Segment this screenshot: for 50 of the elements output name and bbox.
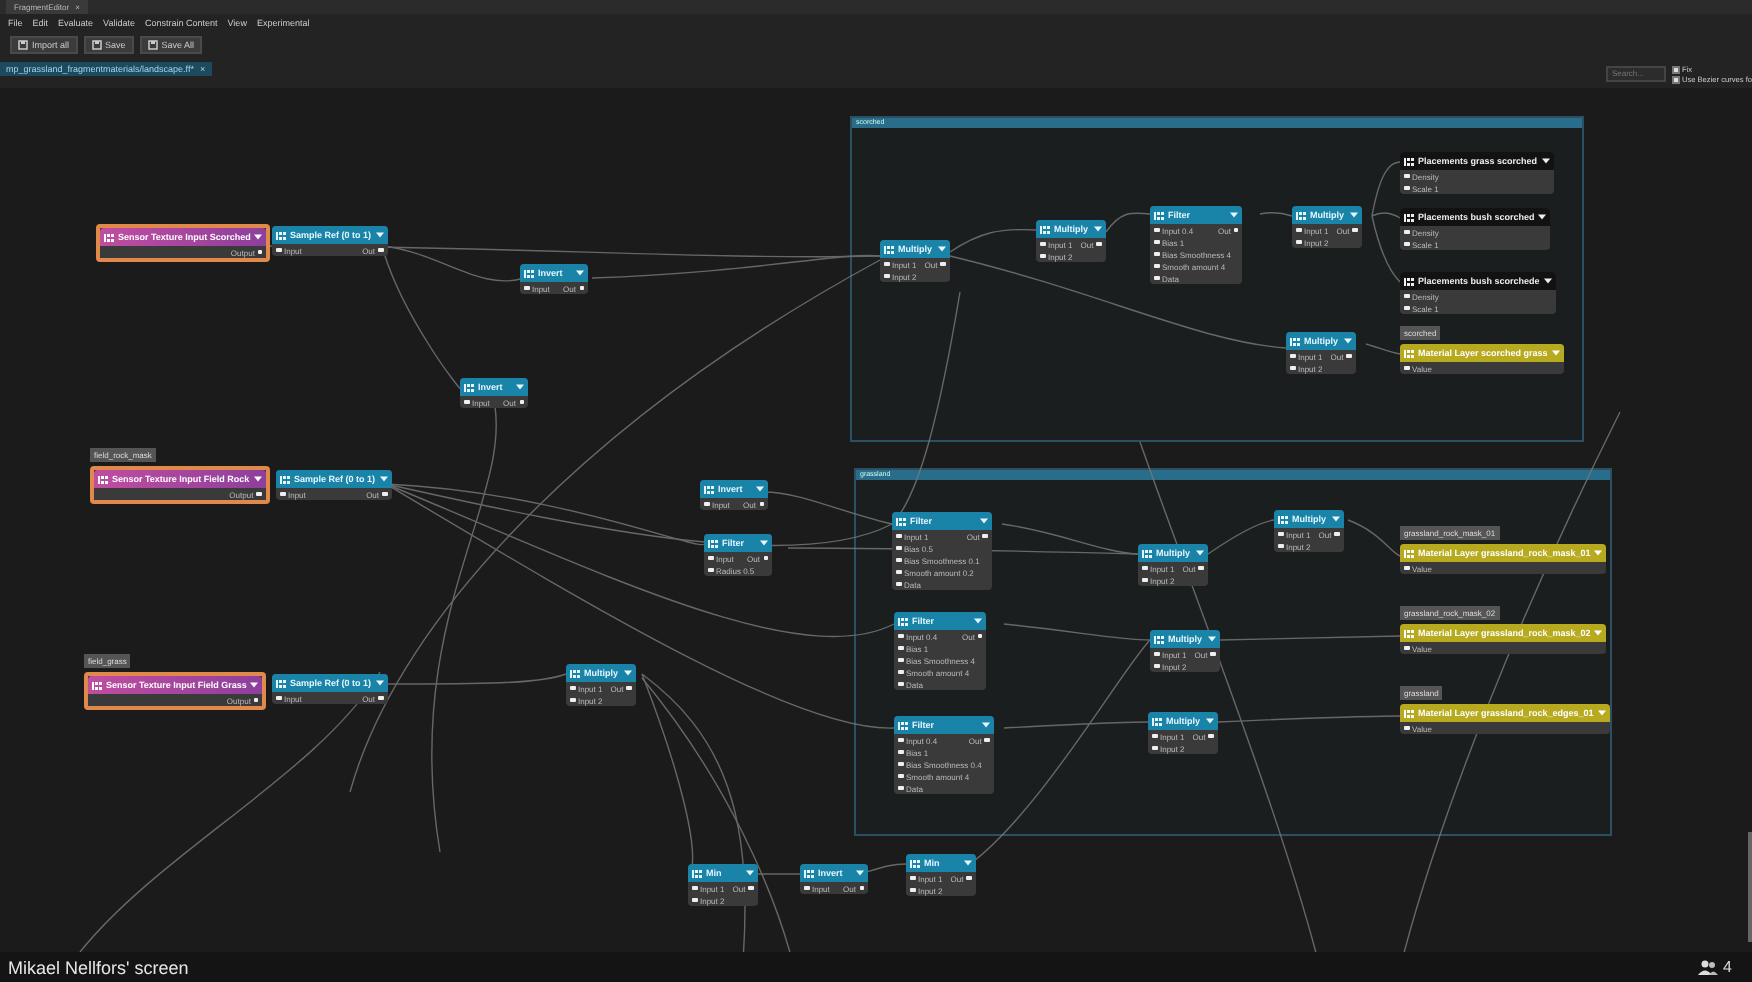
scrollbar[interactable] xyxy=(1748,832,1752,942)
connection-wire xyxy=(1365,343,1401,355)
grid-icon xyxy=(1404,157,1414,165)
grid-icon xyxy=(898,721,908,729)
checkbox[interactable] xyxy=(1671,66,1680,74)
connection-wire xyxy=(1105,212,1151,233)
grid-icon xyxy=(280,475,290,483)
floppy-disk-icon xyxy=(91,39,102,49)
grid-icon xyxy=(896,517,906,525)
grid-icon xyxy=(570,669,580,677)
grid-icon xyxy=(1154,635,1164,643)
grid-icon xyxy=(1404,213,1414,221)
grid-icon xyxy=(1404,629,1414,637)
grid-icon xyxy=(1404,709,1414,717)
caret-icon[interactable] xyxy=(250,682,259,688)
people-icon xyxy=(1697,959,1718,975)
caret-icon[interactable] xyxy=(253,476,262,482)
connection-wire xyxy=(1259,212,1293,217)
floppy-disk-icon xyxy=(147,39,158,49)
grid-icon xyxy=(1290,337,1300,345)
caret-icon[interactable] xyxy=(1543,278,1552,284)
grid-icon xyxy=(1404,277,1414,285)
grid-icon xyxy=(1296,211,1306,219)
caret-icon[interactable] xyxy=(1541,158,1550,164)
grid-icon xyxy=(804,869,814,877)
grid-icon xyxy=(704,485,714,493)
participant-count: 4 xyxy=(1723,958,1732,976)
grid-icon xyxy=(1040,225,1050,233)
grid-icon xyxy=(1142,549,1152,557)
caret-icon[interactable] xyxy=(1538,214,1547,220)
grid-icon xyxy=(692,869,702,877)
grid-icon xyxy=(98,475,108,483)
grid-icon xyxy=(104,233,114,241)
grid-icon xyxy=(276,231,286,239)
grid-icon xyxy=(276,679,286,687)
grid-icon xyxy=(898,617,908,625)
grid-icon xyxy=(1152,717,1162,725)
grid-icon xyxy=(1278,515,1288,523)
caret-icon[interactable] xyxy=(254,234,263,240)
grid-icon xyxy=(464,383,474,391)
grid-icon xyxy=(1404,349,1414,357)
grid-icon xyxy=(1154,211,1164,219)
grid-icon xyxy=(910,859,920,867)
checkbox[interactable] xyxy=(1671,76,1680,84)
grid-icon xyxy=(884,245,894,253)
grid-icon xyxy=(524,269,534,277)
presenter-label: Mikael Nellfors' screen xyxy=(8,957,189,977)
grid-icon xyxy=(708,539,718,547)
grid-icon xyxy=(1404,549,1414,557)
grid-icon xyxy=(92,681,102,689)
